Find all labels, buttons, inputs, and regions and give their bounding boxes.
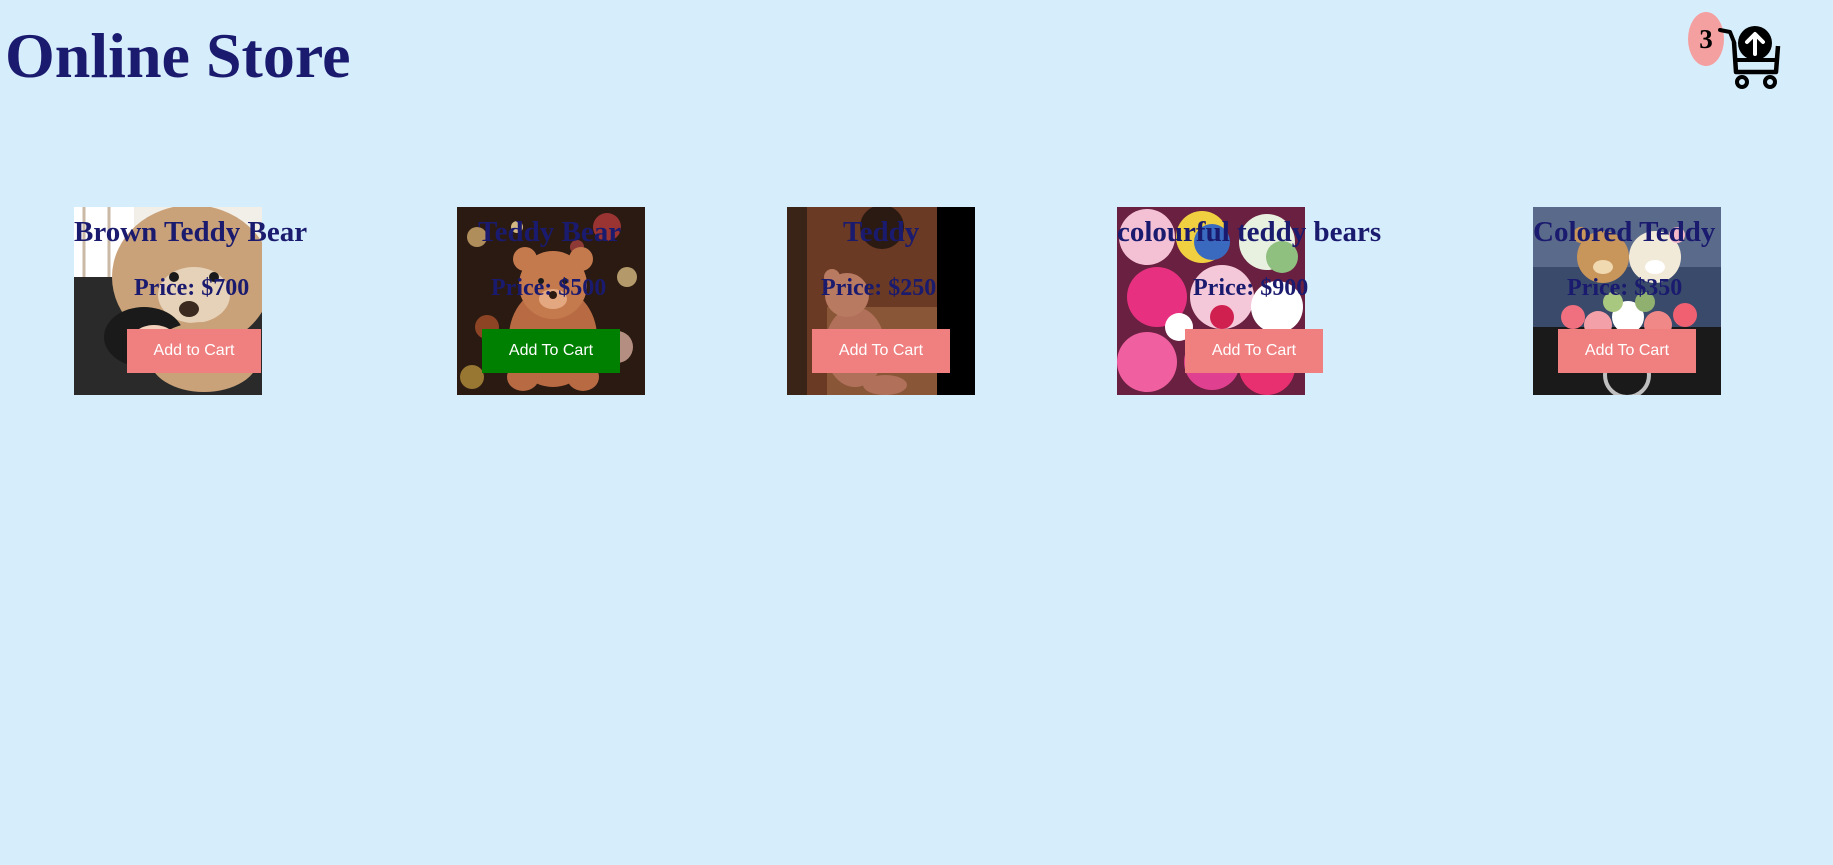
- online-store-page: Online Store 3 Brown Teddy Bear Price: $…: [0, 0, 1833, 865]
- add-to-cart-button[interactable]: Add To Cart: [812, 329, 950, 373]
- product-name: colourful teddy bears: [1117, 216, 1382, 248]
- cart-upload-icon: [1718, 26, 1781, 89]
- cart-button[interactable]: 3: [1688, 12, 1788, 92]
- add-to-cart-button[interactable]: Add To Cart: [1185, 329, 1323, 373]
- product-price: Price: $350: [1567, 275, 1683, 301]
- product-name: Teddy Bear: [478, 216, 622, 248]
- add-to-cart-button[interactable]: Add to Cart: [127, 329, 261, 373]
- add-to-cart-button[interactable]: Add To Cart: [482, 329, 620, 373]
- product-name: Teddy: [843, 216, 920, 248]
- add-to-cart-button[interactable]: Add To Cart: [1558, 329, 1696, 373]
- page-title: Online Store: [5, 20, 351, 91]
- product-price: Price: $700: [134, 275, 250, 301]
- product-price: Price: $500: [491, 275, 607, 301]
- product-name: Brown Teddy Bear: [74, 216, 308, 248]
- product-price: Price: $900: [1193, 275, 1309, 301]
- product-price: Price: $250: [821, 275, 937, 301]
- product-name: Colored Teddy: [1533, 216, 1716, 248]
